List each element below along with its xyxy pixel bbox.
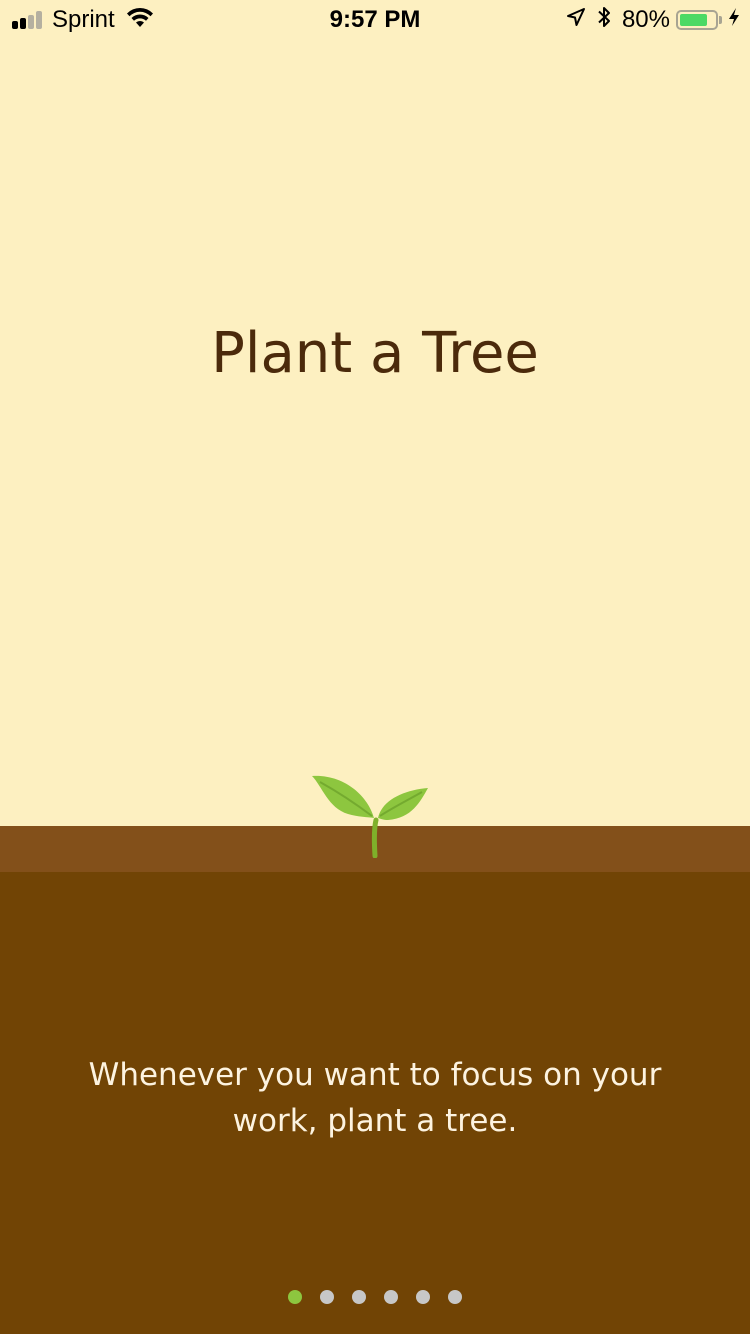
sprout-icon [312, 775, 428, 858]
onboarding-title: Plant a Tree [211, 321, 539, 386]
sky-background [0, 0, 750, 826]
battery-cap [719, 16, 722, 24]
status-bar: Sprint 9:57 PM 80% [0, 0, 750, 40]
charging-bolt-icon [728, 6, 740, 34]
page-dot-3[interactable] [352, 1290, 366, 1304]
page-dot-1[interactable] [288, 1290, 302, 1304]
page-indicator[interactable] [0, 1290, 750, 1304]
onboarding-description: Whenever you want to focus on your work,… [88, 1057, 662, 1139]
bluetooth-icon [596, 5, 612, 36]
page-dot-2[interactable] [320, 1290, 334, 1304]
battery-percent: 80% [621, 6, 670, 33]
page-dot-6[interactable] [448, 1290, 462, 1304]
battery-fill [680, 14, 708, 26]
battery-icon [676, 10, 718, 30]
status-right: 80% [556, 6, 740, 34]
page-dot-4[interactable] [384, 1290, 398, 1304]
location-arrow-icon [566, 6, 586, 34]
page-dot-5[interactable] [416, 1290, 430, 1304]
